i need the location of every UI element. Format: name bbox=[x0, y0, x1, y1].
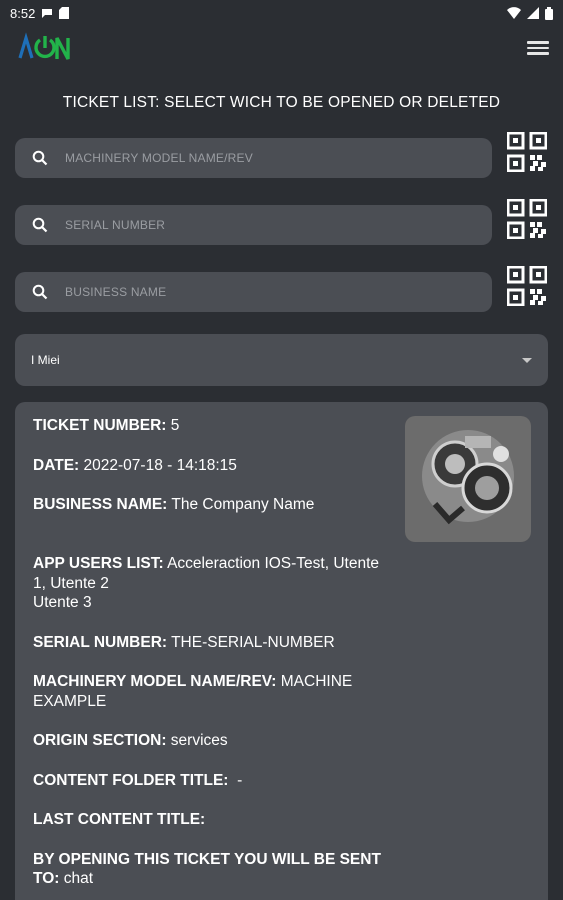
field-value: services bbox=[166, 732, 228, 749]
last-content-title-field: LAST CONTENT TITLE: bbox=[33, 810, 393, 830]
dropdown-selected-value: I Miei bbox=[31, 353, 60, 367]
ticket-details: TICKET NUMBER: 5 DATE: 2022-07-18 - 14:1… bbox=[33, 416, 393, 900]
field-label: BUSINESS NAME: bbox=[33, 496, 168, 513]
app-bar bbox=[0, 26, 563, 74]
field-label: APP USERS LIST: bbox=[33, 555, 164, 572]
date-field: DATE: 2022-07-18 - 14:18:15 bbox=[33, 456, 393, 476]
field-label: LAST CONTENT TITLE: bbox=[33, 811, 206, 828]
serial-number-field: SERIAL NUMBER: THE-SERIAL-NUMBER bbox=[33, 633, 393, 653]
battery-icon bbox=[545, 6, 553, 20]
business-name-search[interactable] bbox=[15, 272, 492, 312]
field-value: THE-SERIAL-NUMBER bbox=[167, 633, 335, 651]
search-icon bbox=[15, 217, 65, 233]
search-icon bbox=[15, 150, 65, 166]
machine-image bbox=[405, 416, 531, 542]
wifi-icon bbox=[507, 7, 521, 19]
signal-icon bbox=[527, 7, 539, 19]
ticket-number-field: TICKET NUMBER: 5 bbox=[33, 416, 393, 436]
field-value: chat bbox=[59, 870, 94, 887]
qr-code-icon[interactable] bbox=[507, 132, 547, 172]
machinery-model-field: MACHINERY MODEL NAME/REV: MACHINE EXAMPL… bbox=[33, 672, 393, 711]
status-time: 8:52 bbox=[10, 5, 36, 21]
search-row-serial bbox=[15, 199, 550, 245]
search-icon bbox=[15, 284, 65, 300]
status-bar-left: 8:52 bbox=[10, 5, 70, 21]
search-row-business bbox=[15, 266, 550, 312]
field-value: 2022-07-18 - 14:18:15 bbox=[79, 456, 237, 474]
chat-notification-icon bbox=[42, 9, 53, 18]
field-label: DATE: bbox=[33, 456, 80, 474]
machinery-model-search[interactable] bbox=[15, 138, 492, 178]
machine-thumbnail bbox=[405, 416, 531, 542]
app-users-list-field: APP USERS LIST: Acceleraction IOS-Test, … bbox=[33, 535, 393, 613]
qr-code-icon[interactable] bbox=[507, 266, 547, 306]
machinery-model-input[interactable] bbox=[65, 151, 492, 165]
page-title: TICKET LIST: SELECT WICH TO BE OPENED OR… bbox=[62, 94, 501, 111]
field-label: CONTENT FOLDER TITLE: bbox=[33, 771, 229, 789]
field-value: - bbox=[228, 771, 243, 789]
serial-number-input[interactable] bbox=[65, 218, 492, 232]
status-bar: 8:52 bbox=[0, 0, 563, 26]
serial-number-search[interactable] bbox=[15, 205, 492, 245]
field-label: MACHINERY MODEL NAME/REV: bbox=[33, 673, 277, 690]
field-label: SERIAL NUMBER: bbox=[33, 633, 168, 651]
ticket-filter-dropdown[interactable]: I Miei bbox=[15, 334, 548, 386]
origin-section-field: ORIGIN SECTION: services bbox=[33, 731, 393, 751]
destination-field: BY OPENING THIS TICKET YOU WILL BE SENT … bbox=[33, 850, 393, 889]
field-label: TICKET NUMBER: bbox=[33, 417, 167, 434]
field-value: 5 bbox=[166, 417, 180, 434]
chevron-down-icon bbox=[522, 357, 532, 363]
status-bar-right bbox=[507, 6, 553, 20]
qr-code-icon[interactable] bbox=[507, 199, 547, 239]
field-value: The Company Name bbox=[167, 496, 315, 513]
app-logo bbox=[18, 32, 70, 60]
business-name-field: BUSINESS NAME: The Company Name bbox=[33, 495, 393, 515]
sd-card-icon bbox=[59, 7, 70, 19]
content-folder-title-field: CONTENT FOLDER TITLE: - bbox=[33, 771, 393, 791]
ticket-card[interactable]: TICKET NUMBER: 5 DATE: 2022-07-18 - 14:1… bbox=[15, 402, 548, 900]
field-label: ORIGIN SECTION: bbox=[33, 732, 167, 749]
search-row-machinery bbox=[15, 132, 550, 178]
hamburger-menu-icon[interactable] bbox=[527, 38, 549, 60]
business-name-input[interactable] bbox=[65, 285, 492, 299]
